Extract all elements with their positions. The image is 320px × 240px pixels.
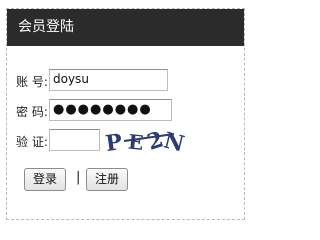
captcha-char-4: N [161, 128, 186, 154]
register-button[interactable]: 注册 [86, 168, 128, 191]
panel-title: 会员登陆 [7, 9, 244, 46]
captcha-char-2: E [127, 129, 145, 154]
password-label: 密 码: [16, 105, 48, 119]
password-input[interactable]: ●●●●●●●● [49, 99, 172, 121]
account-label: 账 号: [16, 75, 48, 89]
captcha-graphic: P E 2 N [104, 126, 187, 157]
account-input[interactable]: doysu [49, 69, 168, 91]
verify-code-input[interactable] [49, 129, 100, 151]
login-button[interactable]: 登录 [24, 168, 66, 191]
captcha-image[interactable]: P E 2 N [104, 126, 187, 157]
button-separator: | [76, 170, 81, 185]
captcha-char-1: P [104, 129, 124, 154]
verify-label: 验 证: [16, 135, 48, 149]
